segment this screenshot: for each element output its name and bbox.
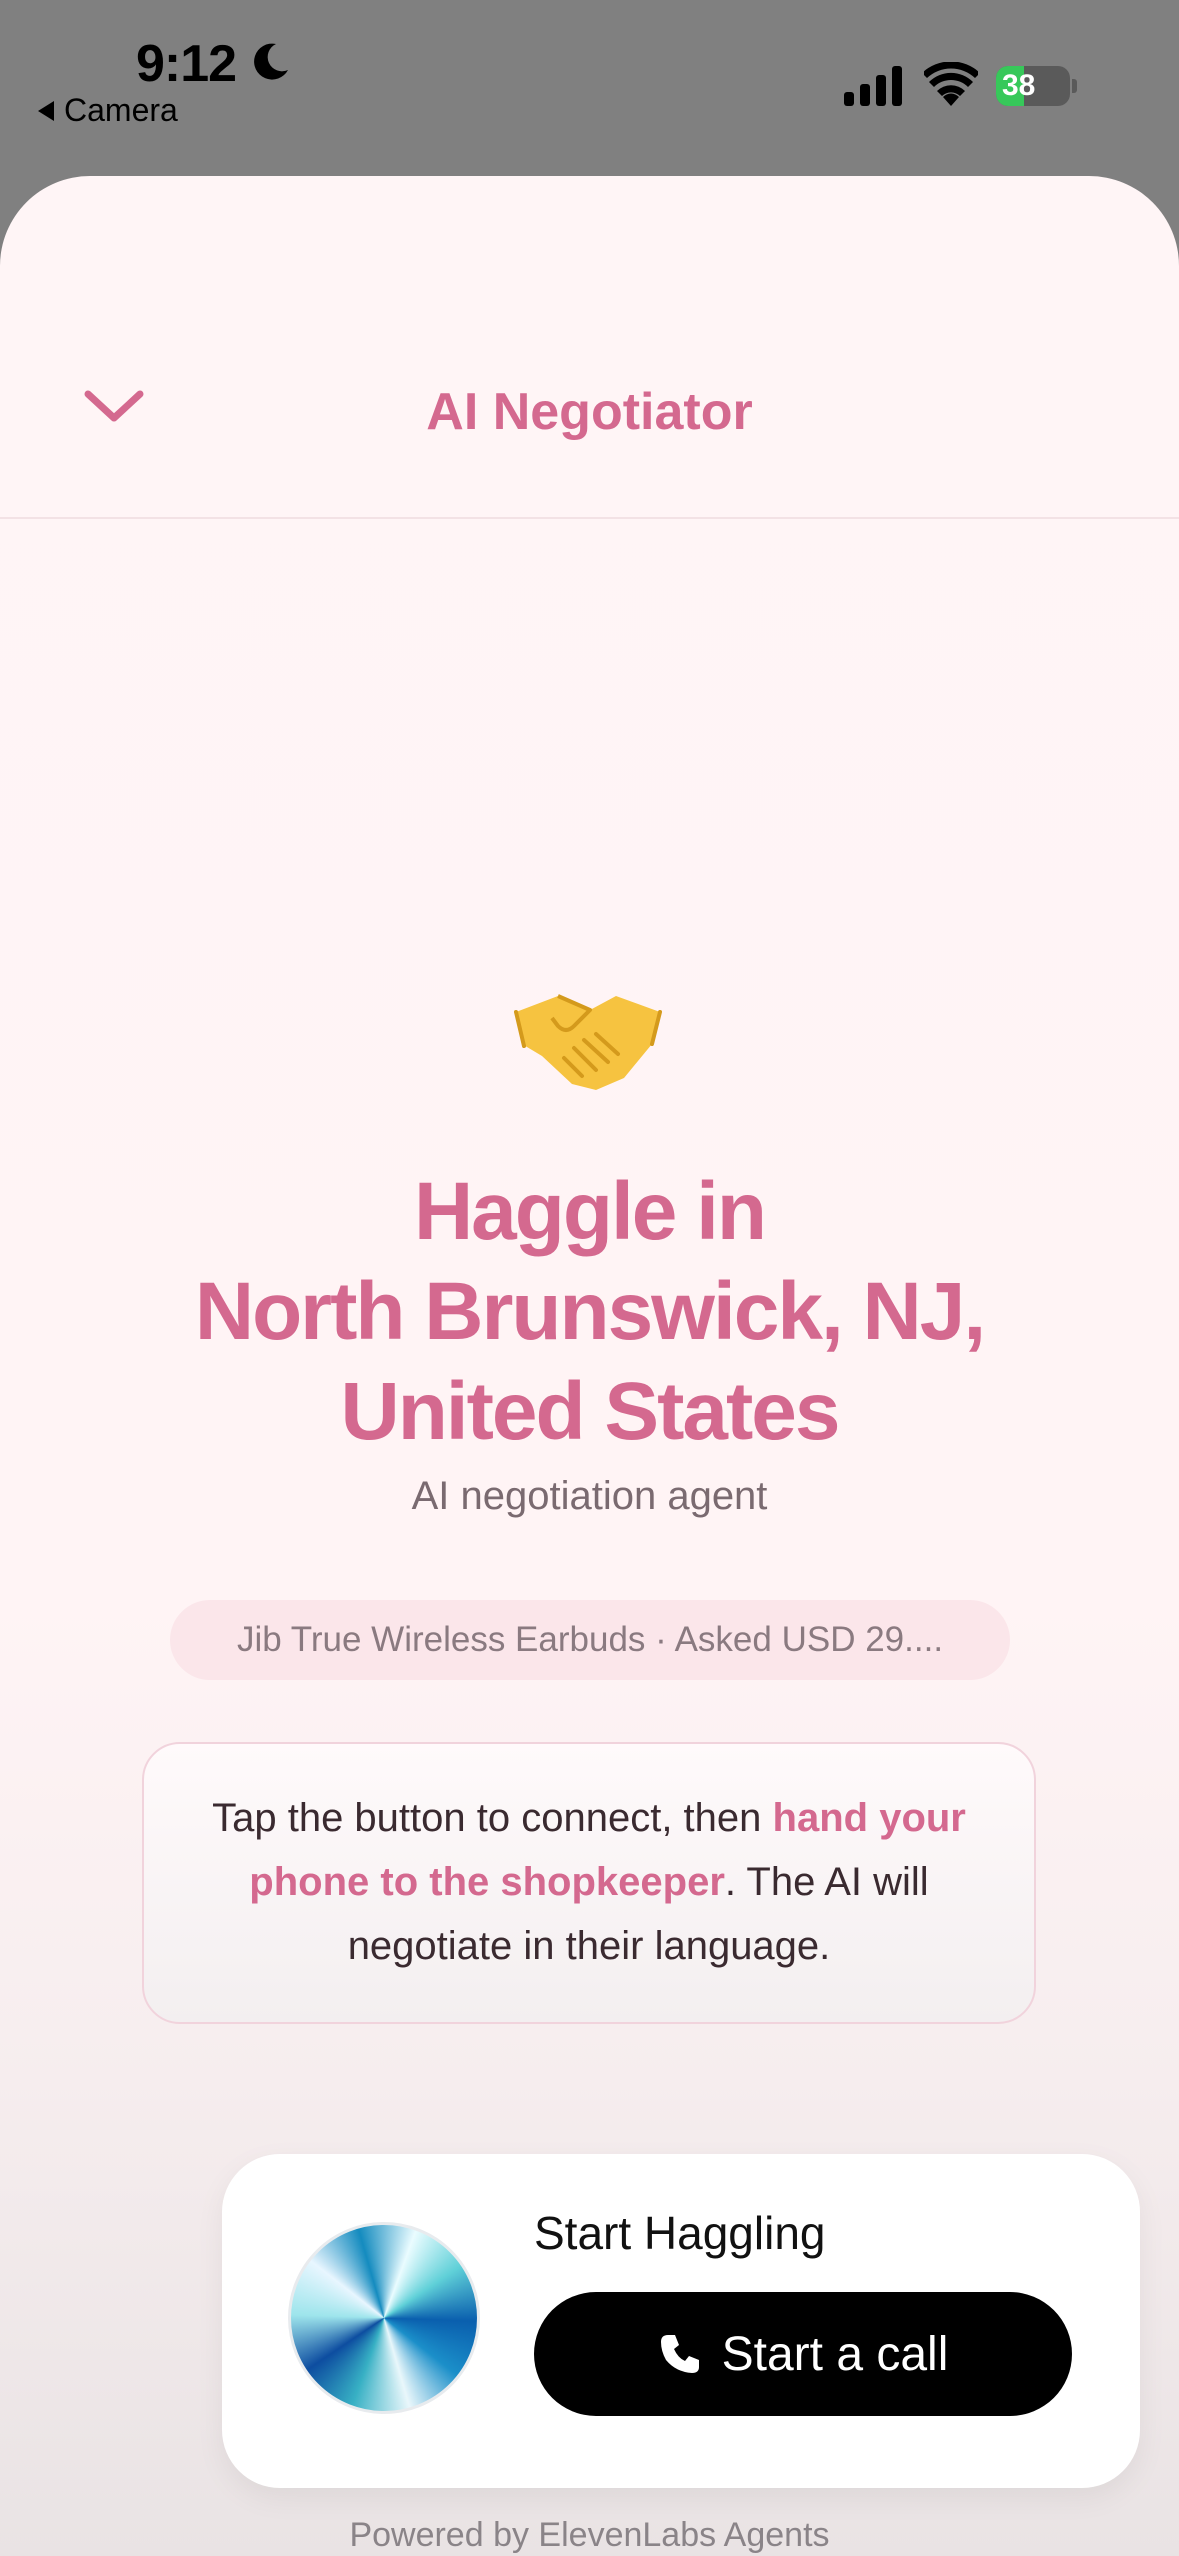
hero-title: Haggle in North Brunswick, NJ, United St… — [100, 1162, 1079, 1462]
agent-orb-avatar — [288, 2222, 480, 2414]
page-title: AI Negotiator — [426, 383, 753, 441]
sheet-header: AI Negotiator — [0, 176, 1179, 519]
item-price-pill: Jib True Wireless Earbuds · Asked USD 29… — [170, 1600, 1010, 1680]
status-bar: 9:12 Camera 38 — [0, 0, 1179, 176]
status-time: 9:12 — [136, 35, 237, 93]
hero-line-1: Haggle in — [413, 1166, 767, 1257]
moon-icon — [254, 43, 288, 80]
instructions-card: Tap the button to connect, then hand you… — [142, 1742, 1036, 2024]
widget-label: Start Haggling — [534, 2207, 826, 2259]
back-to-app-link[interactable]: Camera — [38, 92, 178, 129]
hero-subtitle: AI negotiation agent — [411, 1474, 768, 1518]
signal-icon — [844, 66, 902, 106]
powered-by-footer: Powered by ElevenLabs Agents — [349, 2516, 830, 2554]
instructions-text-before: Tap the button to connect, then — [212, 1796, 773, 1840]
start-call-label: Start a call — [721, 2327, 949, 2381]
back-app-label: Camera — [64, 92, 178, 128]
battery-icon: 38 — [996, 66, 1078, 106]
battery-percent: 38 — [1002, 69, 1036, 102]
start-call-button[interactable]: Start a call — [534, 2292, 1072, 2416]
hero-line-2: North Brunswick, NJ, — [194, 1266, 986, 1357]
wifi-icon — [924, 62, 978, 106]
call-widget: Start Haggling Start a call — [222, 2154, 1140, 2488]
phone-icon — [660, 2335, 699, 2373]
handshake-icon — [514, 994, 662, 1090]
negotiator-sheet: AI Negotiator Haggle in North Brunswick,… — [0, 176, 1179, 2556]
back-triangle-icon — [38, 100, 54, 121]
hero-line-3: United States — [340, 1366, 841, 1457]
